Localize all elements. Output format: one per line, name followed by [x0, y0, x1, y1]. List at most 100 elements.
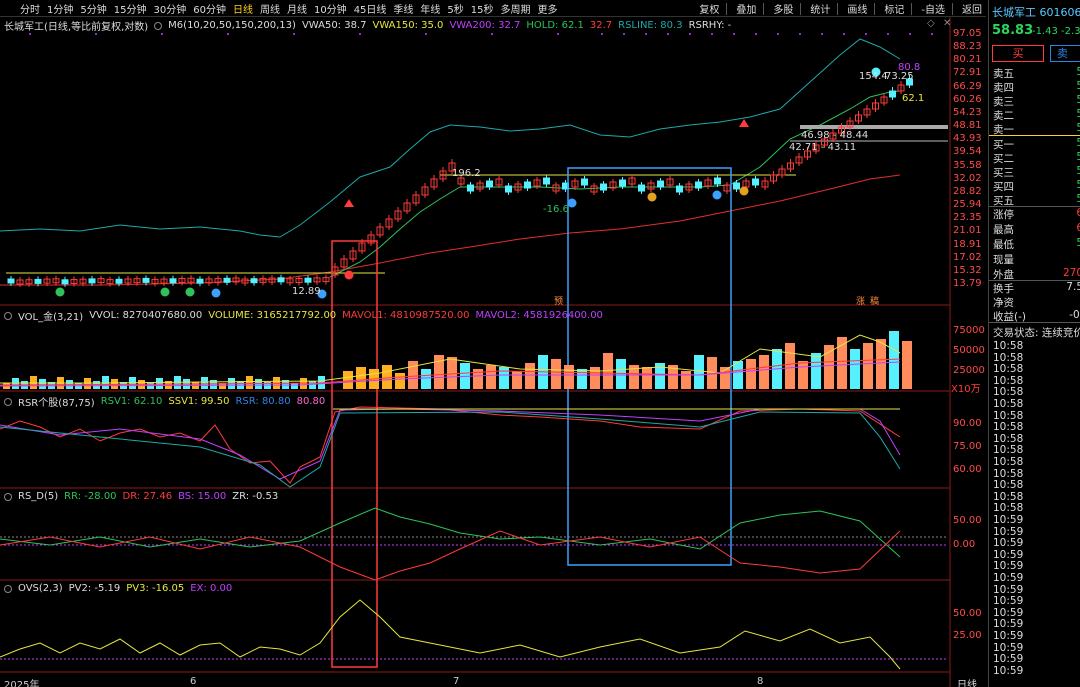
- rsrhy-value: RSRHY: -: [688, 20, 732, 31]
- ovs-settings-icon[interactable]: [4, 584, 12, 593]
- tool-divider: [911, 2, 913, 15]
- bid-row[interactable]: 买三 5: [993, 165, 1080, 179]
- period-tab-6[interactable]: 日线: [233, 1, 253, 16]
- candle-body: [695, 181, 702, 189]
- signal-dot: [887, 33, 889, 35]
- y-tick-label: 39.54: [953, 146, 982, 158]
- pv2-value: PV2: -5.19: [68, 583, 121, 594]
- y-tick-label: 32.02: [953, 172, 982, 184]
- candle-body: [581, 178, 588, 186]
- y-tick-label: 43.93: [953, 133, 982, 145]
- tick-time: 10:59: [993, 548, 1024, 561]
- volume-bar: [39, 379, 46, 389]
- ask-row[interactable]: 卖二 5: [993, 108, 1080, 122]
- ask-label: 卖五: [993, 68, 1014, 80]
- bid-row[interactable]: 买四 5: [993, 179, 1080, 193]
- volume-bar: [512, 371, 522, 389]
- candle-body: [115, 278, 123, 284]
- tool-button-7[interactable]: 返回: [962, 1, 982, 16]
- ma-label[interactable]: M6(10,20,50,150,200,13): [168, 20, 296, 31]
- signal-dot: [557, 33, 559, 35]
- period-tab-9[interactable]: 10分钟: [314, 1, 347, 16]
- vvol-value: VVOL: 8270407680.00: [89, 310, 203, 321]
- x-label-period: 日线: [957, 680, 977, 687]
- candle-body: [277, 277, 285, 283]
- tool-button-1[interactable]: 叠加: [736, 1, 756, 16]
- ask-value: 5: [1076, 94, 1080, 108]
- chart-title: 长城军工(日线,等比前复权,对数): [4, 22, 149, 33]
- period-tab-14[interactable]: 15秒: [471, 1, 494, 16]
- buy-button[interactable]: 买: [992, 45, 1044, 62]
- signal-icon: [211, 288, 221, 298]
- tool-button-4[interactable]: 画线: [847, 1, 867, 16]
- bid-label: 买五: [993, 195, 1014, 207]
- info-row: 收益(-) -0.: [993, 309, 1080, 323]
- tool-button-2[interactable]: 多股: [773, 1, 793, 16]
- period-tabs: 分时 1分钟 5分钟 15分钟 30分钟 60分钟 日线 周线 月线 10分钟 45日线 季线 年线 5秒…: [0, 1, 565, 16]
- sell-button[interactable]: 卖: [1050, 45, 1080, 62]
- candle-body: [250, 278, 258, 284]
- tool-divider: [800, 2, 802, 15]
- bid-row[interactable]: 买二 5: [993, 151, 1080, 165]
- ask-row[interactable]: 卖三 5: [993, 94, 1080, 108]
- period-tab-12[interactable]: 年线: [420, 1, 440, 16]
- bid-row[interactable]: 买五 5: [993, 193, 1080, 207]
- header-close-icon[interactable]: ✕: [943, 18, 951, 29]
- period-tab-5[interactable]: 60分钟: [193, 1, 226, 16]
- signal-dot: [227, 33, 229, 35]
- rsd-label[interactable]: RS_D(5): [18, 491, 58, 502]
- period-tab-11[interactable]: 季线: [393, 1, 413, 16]
- annotation-low: 12.89: [292, 286, 321, 297]
- tick-time: 10:58: [993, 456, 1024, 468]
- period-tab-8[interactable]: 月线: [287, 1, 307, 16]
- info-row: 外盘 270: [993, 267, 1080, 281]
- pv3-value: PV3: -16.05: [126, 583, 185, 594]
- tool-button-5[interactable]: 标记: [884, 1, 904, 16]
- candle-body: [223, 277, 231, 283]
- ask-label: 卖四: [993, 82, 1014, 94]
- rsd-settings-icon[interactable]: [4, 492, 12, 501]
- stock-title[interactable]: 长城军工 601606: [992, 4, 1080, 20]
- signal-dot: [777, 33, 779, 35]
- candle-body: [889, 90, 896, 98]
- header-diamond-icon[interactable]: ◇: [927, 18, 935, 29]
- period-tab-7[interactable]: 周线: [260, 1, 280, 16]
- volume-bar: [551, 359, 561, 389]
- volume-bar: [733, 361, 743, 389]
- ask-row[interactable]: 卖一 5: [993, 122, 1080, 136]
- bs-value: BS: 15.00: [178, 491, 227, 502]
- tool-button-0[interactable]: 复权: [699, 1, 719, 16]
- signal-dot: [689, 33, 691, 35]
- period-tab-2[interactable]: 5分钟: [80, 1, 106, 16]
- vol-settings-icon[interactable]: [4, 311, 12, 320]
- candle-body: [600, 183, 607, 191]
- period-tab-1[interactable]: 1分钟: [47, 1, 73, 16]
- volume-bar: [785, 343, 795, 389]
- rsr-settings-icon[interactable]: [4, 397, 12, 406]
- signal-icon: [647, 192, 657, 202]
- period-tab-3[interactable]: 15分钟: [114, 1, 147, 16]
- rsr-label[interactable]: RSR个股(87,75): [18, 394, 95, 409]
- signal-dot: [293, 33, 295, 35]
- period-tab-0[interactable]: 分时: [20, 1, 40, 16]
- volume-bar: [681, 371, 691, 389]
- tool-button-6[interactable]: -自选: [921, 1, 945, 16]
- period-tab-4[interactable]: 30分钟: [153, 1, 186, 16]
- period-tab-13[interactable]: 5秒: [447, 1, 463, 16]
- ask-row[interactable]: 卖五 5: [993, 66, 1080, 80]
- vol-label[interactable]: VOL_金(3,21): [18, 308, 83, 323]
- signal-dot: [95, 33, 97, 35]
- period-tab-16[interactable]: 更多: [538, 1, 558, 16]
- ovs-label[interactable]: OVS(2,3): [18, 583, 63, 594]
- volume-bar: [447, 357, 457, 389]
- bid-row[interactable]: 买一 5: [993, 137, 1080, 151]
- chart-area[interactable]: 长城军工(日线,等比前复权,对数) M6(10,20,50,150,200,13…: [0, 17, 986, 687]
- ask-row[interactable]: 卖四 5: [993, 80, 1080, 94]
- tick-time: 10:59: [993, 525, 1024, 538]
- indicator-settings-icon[interactable]: [154, 21, 163, 30]
- period-tab-10[interactable]: 45日线: [354, 1, 387, 16]
- ask-label: 卖一: [993, 124, 1014, 136]
- volume-bar: [616, 359, 626, 389]
- tool-button-3[interactable]: 统计: [810, 1, 830, 16]
- period-tab-15[interactable]: 多周期: [501, 1, 531, 16]
